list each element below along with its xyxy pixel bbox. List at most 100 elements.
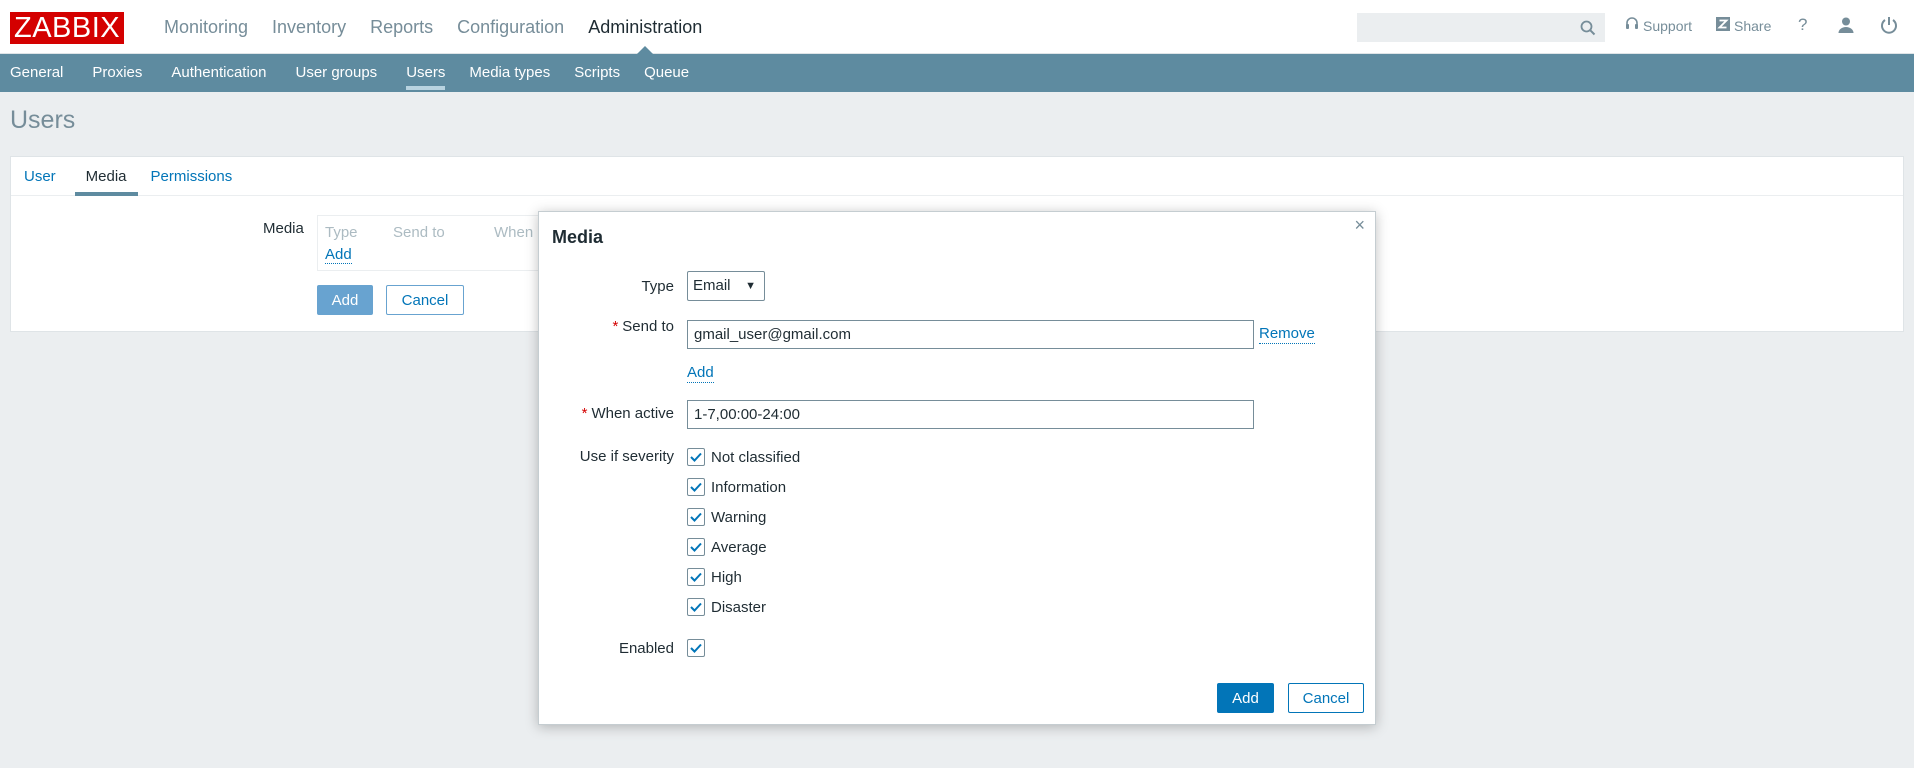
- menu-monitoring[interactable]: Monitoring: [152, 0, 260, 54]
- submenu-scripts[interactable]: Scripts: [560, 54, 630, 92]
- add-button[interactable]: Add: [317, 285, 373, 315]
- when-active-label-text: When active: [591, 405, 674, 422]
- user-profile-icon[interactable]: [1837, 16, 1857, 36]
- checkbox[interactable]: [687, 598, 705, 616]
- enabled-label: Enabled: [618, 640, 674, 657]
- submenu-general[interactable]: General: [0, 54, 73, 92]
- submenu-label: General: [10, 64, 64, 81]
- severity-high: High: [687, 568, 742, 586]
- enabled-checkbox[interactable]: [687, 639, 705, 657]
- support-label: Support: [1643, 17, 1693, 34]
- headset-icon: [1625, 17, 1639, 34]
- required-asterisk: *: [581, 405, 588, 422]
- enabled-checkbox-row: [687, 639, 705, 657]
- submenu-authentication[interactable]: Authentication: [152, 54, 276, 92]
- submenu-proxies[interactable]: Proxies: [73, 54, 152, 92]
- type-label: Type: [641, 278, 674, 295]
- active-tab-underline: [74, 192, 138, 196]
- submenu-label: Media types: [469, 64, 551, 81]
- help-icon[interactable]: ?: [1798, 15, 1807, 35]
- active-underline: [406, 86, 446, 90]
- severity-label: Use if severity: [579, 448, 674, 465]
- dialog-labels: Type * Send to * When active Use if severi…: [539, 212, 674, 724]
- search-icon[interactable]: [1580, 20, 1596, 36]
- submenu-label: Queue: [644, 64, 690, 81]
- submenu-queue[interactable]: Queue: [630, 54, 699, 92]
- type-select[interactable]: Email ▼: [687, 271, 765, 301]
- help-label: ?: [1798, 15, 1808, 34]
- tab-user[interactable]: User: [13, 157, 67, 195]
- cancel-button[interactable]: Cancel: [386, 285, 464, 315]
- top-header: ZABBIX Monitoring Inventory Reports Conf…: [0, 0, 1914, 54]
- submenu-label: Users: [406, 64, 446, 81]
- tab-permissions[interactable]: Permissions: [140, 157, 244, 195]
- column-header-send-to: Send to: [393, 224, 445, 241]
- close-icon[interactable]: ×: [1354, 215, 1365, 236]
- media-label: Media: [263, 220, 304, 237]
- tab-label: Media: [85, 168, 127, 185]
- sign-out-icon[interactable]: [1880, 16, 1900, 36]
- search-box: [1357, 13, 1605, 42]
- tab-label: Permissions: [150, 168, 233, 185]
- remove-link[interactable]: Remove: [1259, 325, 1315, 344]
- search-input[interactable]: [1358, 14, 1568, 41]
- submenu-user-groups[interactable]: User groups: [276, 54, 387, 92]
- menu-configuration[interactable]: Configuration: [445, 0, 576, 54]
- column-header-type: Type: [325, 224, 358, 241]
- checkbox-label: Not classified: [711, 448, 801, 466]
- checkbox-label: Disaster: [711, 598, 767, 616]
- dropdown-arrow-icon: ▼: [745, 280, 756, 292]
- checkbox[interactable]: [687, 568, 705, 586]
- menu-label: Reports: [370, 17, 434, 37]
- checkbox-label: High: [711, 568, 742, 586]
- sub-menu: General Proxies Authentication User grou…: [0, 54, 1914, 92]
- media-dialog: Media × Type * Send to * When active Use i…: [538, 211, 1376, 725]
- severity-not-classified: Not classified: [687, 448, 800, 466]
- active-menu-caret: [637, 46, 654, 54]
- checkbox-label: Average: [711, 538, 767, 556]
- checkbox[interactable]: [687, 478, 705, 496]
- menu-reports[interactable]: Reports: [358, 0, 445, 54]
- submenu-label: Scripts: [574, 64, 621, 81]
- share-z-icon: [1716, 17, 1730, 34]
- checkbox[interactable]: [687, 538, 705, 556]
- share-link[interactable]: Share: [1716, 17, 1771, 34]
- checkbox[interactable]: [687, 508, 705, 526]
- page-title: Users: [10, 106, 76, 134]
- dialog-add-button[interactable]: Add: [1217, 683, 1274, 713]
- tab-label: User: [24, 168, 56, 185]
- submenu-label: Proxies: [92, 64, 143, 81]
- share-label: Share: [1734, 17, 1772, 34]
- when-active-label: * When active: [582, 405, 674, 422]
- when-active-input[interactable]: [687, 400, 1254, 429]
- main-menu: Monitoring Inventory Reports Configurati…: [152, 0, 714, 54]
- menu-label: Monitoring: [164, 17, 249, 37]
- dialog-cancel-button[interactable]: Cancel: [1288, 683, 1364, 713]
- severity-average: Average: [687, 538, 767, 556]
- checkbox-label: Information: [711, 478, 787, 496]
- add-send-to-link[interactable]: Add: [687, 364, 714, 383]
- menu-label: Administration: [588, 17, 703, 37]
- send-to-label: * Send to: [612, 318, 674, 335]
- submenu-users[interactable]: Users: [387, 54, 455, 92]
- send-to-input[interactable]: [687, 320, 1254, 349]
- type-select-value: Email: [693, 277, 731, 294]
- tab-media[interactable]: Media: [74, 157, 138, 196]
- menu-administration[interactable]: Administration: [576, 0, 714, 54]
- severity-information: Information: [687, 478, 786, 496]
- zabbix-logo[interactable]: ZABBIX: [10, 12, 125, 44]
- send-to-label-text: Send to: [622, 318, 674, 335]
- checkbox-label: Warning: [711, 508, 767, 526]
- severity-disaster: Disaster: [687, 598, 766, 616]
- menu-label: Configuration: [457, 17, 565, 37]
- menu-label: Inventory: [272, 17, 347, 37]
- submenu-label: Authentication: [171, 64, 267, 81]
- submenu-media-types[interactable]: Media types: [455, 54, 560, 92]
- required-asterisk: *: [612, 318, 619, 335]
- menu-inventory[interactable]: Inventory: [260, 0, 358, 54]
- checkbox[interactable]: [687, 448, 705, 466]
- submenu-label: User groups: [295, 64, 378, 81]
- severity-warning: Warning: [687, 508, 766, 526]
- support-link[interactable]: Support: [1625, 17, 1692, 34]
- media-add-link[interactable]: Add: [325, 246, 352, 264]
